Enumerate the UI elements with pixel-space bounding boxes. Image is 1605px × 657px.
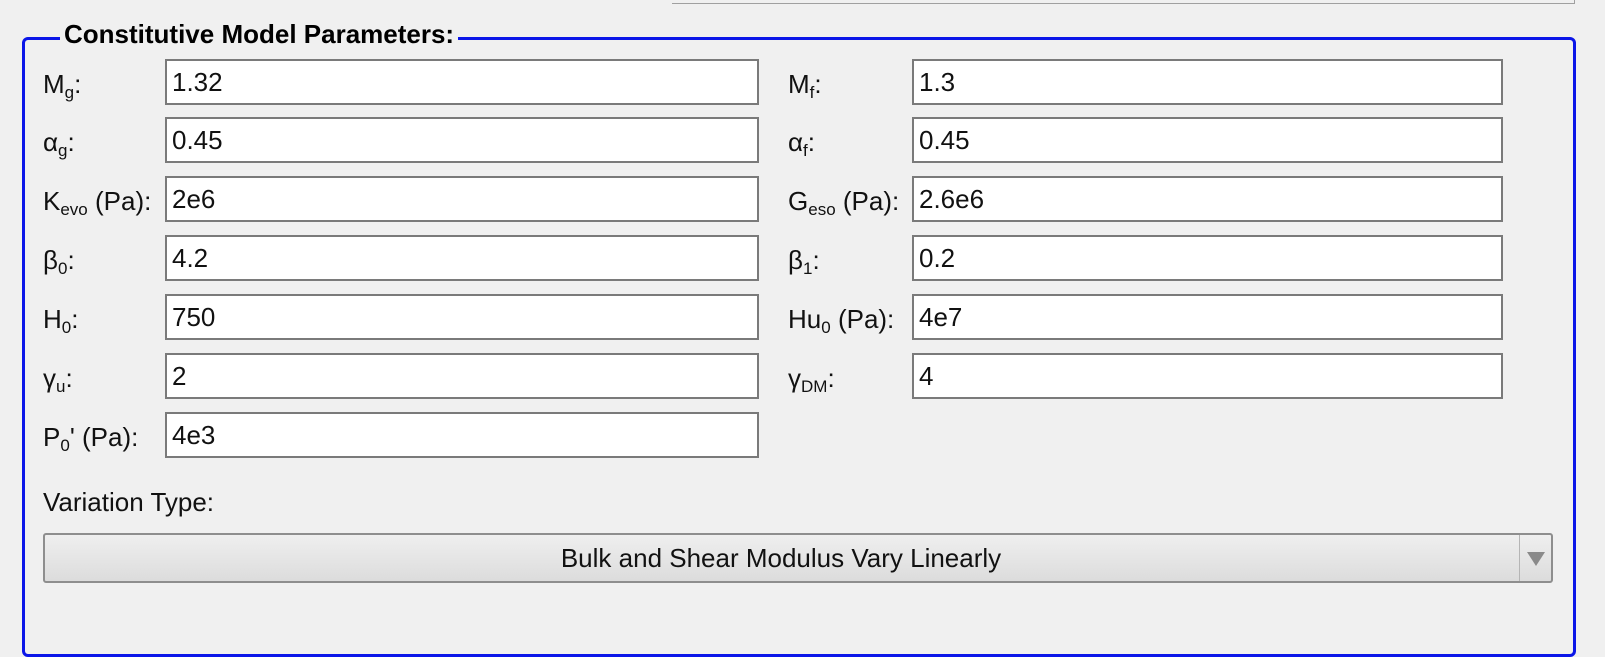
label-beta0: β0: (43, 245, 75, 278)
label-kevo: Kevo (Pa): (43, 186, 152, 219)
label-hu0: Hu0 (Pa): (788, 304, 895, 337)
alpha-g-input[interactable]: 0.45 (165, 117, 759, 163)
variation-type-label: Variation Type: (43, 487, 215, 517)
group-title: Constitutive Model Parameters: (60, 16, 459, 52)
gamma-dm-input[interactable]: 4 (912, 353, 1503, 399)
label-gamma-u: γu: (43, 363, 73, 396)
variation-type-dropdown[interactable]: Bulk and Shear Modulus Vary Linearly (43, 533, 1553, 583)
label-mf: Mf: (788, 69, 822, 102)
label-p0: P0' (Pa): (43, 422, 139, 455)
beta0-input[interactable]: 4.2 (165, 235, 759, 281)
label-gamma-dm: γDM: (788, 363, 835, 396)
p0-input[interactable]: 4e3 (165, 412, 759, 458)
upper-panel-edge (672, 0, 1575, 4)
hu0-input[interactable]: 4e7 (912, 294, 1503, 340)
beta1-input[interactable]: 0.2 (912, 235, 1503, 281)
mf-input[interactable]: 1.3 (912, 59, 1503, 105)
label-alpha-f: αf: (788, 127, 815, 160)
kevo-input[interactable]: 2e6 (165, 176, 759, 222)
h0-input[interactable]: 750 (165, 294, 759, 340)
chevron-down-icon (1527, 552, 1545, 566)
variation-type-selected: Bulk and Shear Modulus Vary Linearly (560, 543, 1002, 573)
mg-input[interactable]: 1.32 (165, 59, 759, 105)
label-mg: Mg: (43, 69, 82, 102)
label-h0: H0: (43, 304, 79, 337)
dropdown-button[interactable] (1519, 535, 1551, 581)
label-geso: Geso (Pa): (788, 186, 900, 219)
gamma-u-input[interactable]: 2 (165, 353, 759, 399)
alpha-f-input[interactable]: 0.45 (912, 117, 1503, 163)
label-alpha-g: αg: (43, 127, 75, 160)
geso-input[interactable]: 2.6e6 (912, 176, 1503, 222)
label-beta1: β1: (788, 245, 820, 278)
